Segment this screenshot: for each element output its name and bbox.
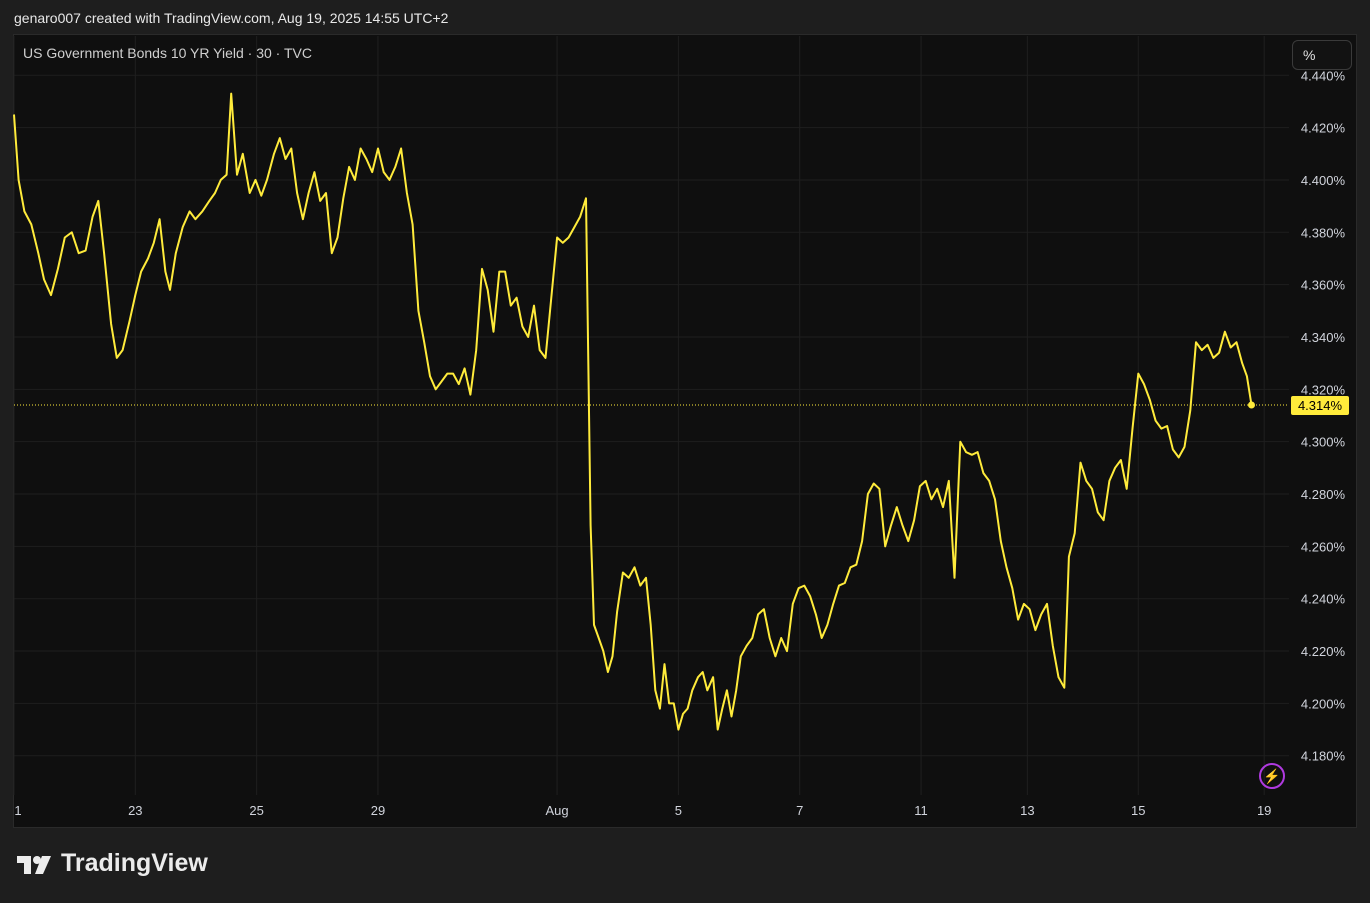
x-tick-label: 29 (371, 803, 385, 818)
y-tick-label: 4.400% (1301, 173, 1346, 188)
y-tick-label: 4.340% (1301, 330, 1346, 345)
x-tick-label: Aug (545, 803, 568, 818)
y-tick-label: 4.180% (1301, 749, 1346, 764)
y-tick-label: 4.260% (1301, 539, 1346, 554)
x-tick-label: 7 (796, 803, 803, 818)
y-tick-label: 4.440% (1301, 68, 1346, 83)
tradingview-logo-icon (17, 855, 51, 874)
x-tick-label: 25 (249, 803, 263, 818)
last-price-dot (1247, 401, 1255, 409)
yield-line (13, 92, 1253, 731)
x-tick-label: 23 (128, 803, 142, 818)
x-tick-label: 13 (1020, 803, 1034, 818)
y-tick-label: 4.300% (1301, 435, 1346, 450)
y-tick-label: 4.420% (1301, 121, 1346, 136)
y-tick-label: 4.240% (1301, 592, 1346, 607)
y-tick-label: 4.220% (1301, 644, 1346, 659)
price-chart[interactable]: 4.180% 4.200% 4.220% 4.240% 4.260% 4.280% 4.30… (0, 0, 1370, 903)
y-tick-label: 4.320% (1301, 382, 1346, 397)
y-tick-label: 4.200% (1301, 696, 1346, 711)
lightning-icon[interactable]: ⚡ (1259, 763, 1285, 789)
y-tick-label: 4.280% (1301, 487, 1346, 502)
symbol-title[interactable]: US Government Bonds 10 YR Yield · 30 · T… (23, 45, 312, 61)
percent-scale-button[interactable]: % (1292, 40, 1352, 70)
tradingview-logo: TradingView (15, 849, 208, 878)
x-tick-label: 1 (14, 803, 21, 818)
x-tick-label: 19 (1257, 803, 1271, 818)
x-tick-label: 5 (675, 803, 682, 818)
y-tick-label: 4.360% (1301, 278, 1346, 293)
last-price-label: 4.314% (1298, 398, 1343, 413)
y-tick-label: 4.380% (1301, 225, 1346, 240)
x-tick-label: 11 (914, 803, 928, 818)
brand-name: TradingView (61, 849, 208, 877)
x-tick-label: 15 (1131, 803, 1145, 818)
